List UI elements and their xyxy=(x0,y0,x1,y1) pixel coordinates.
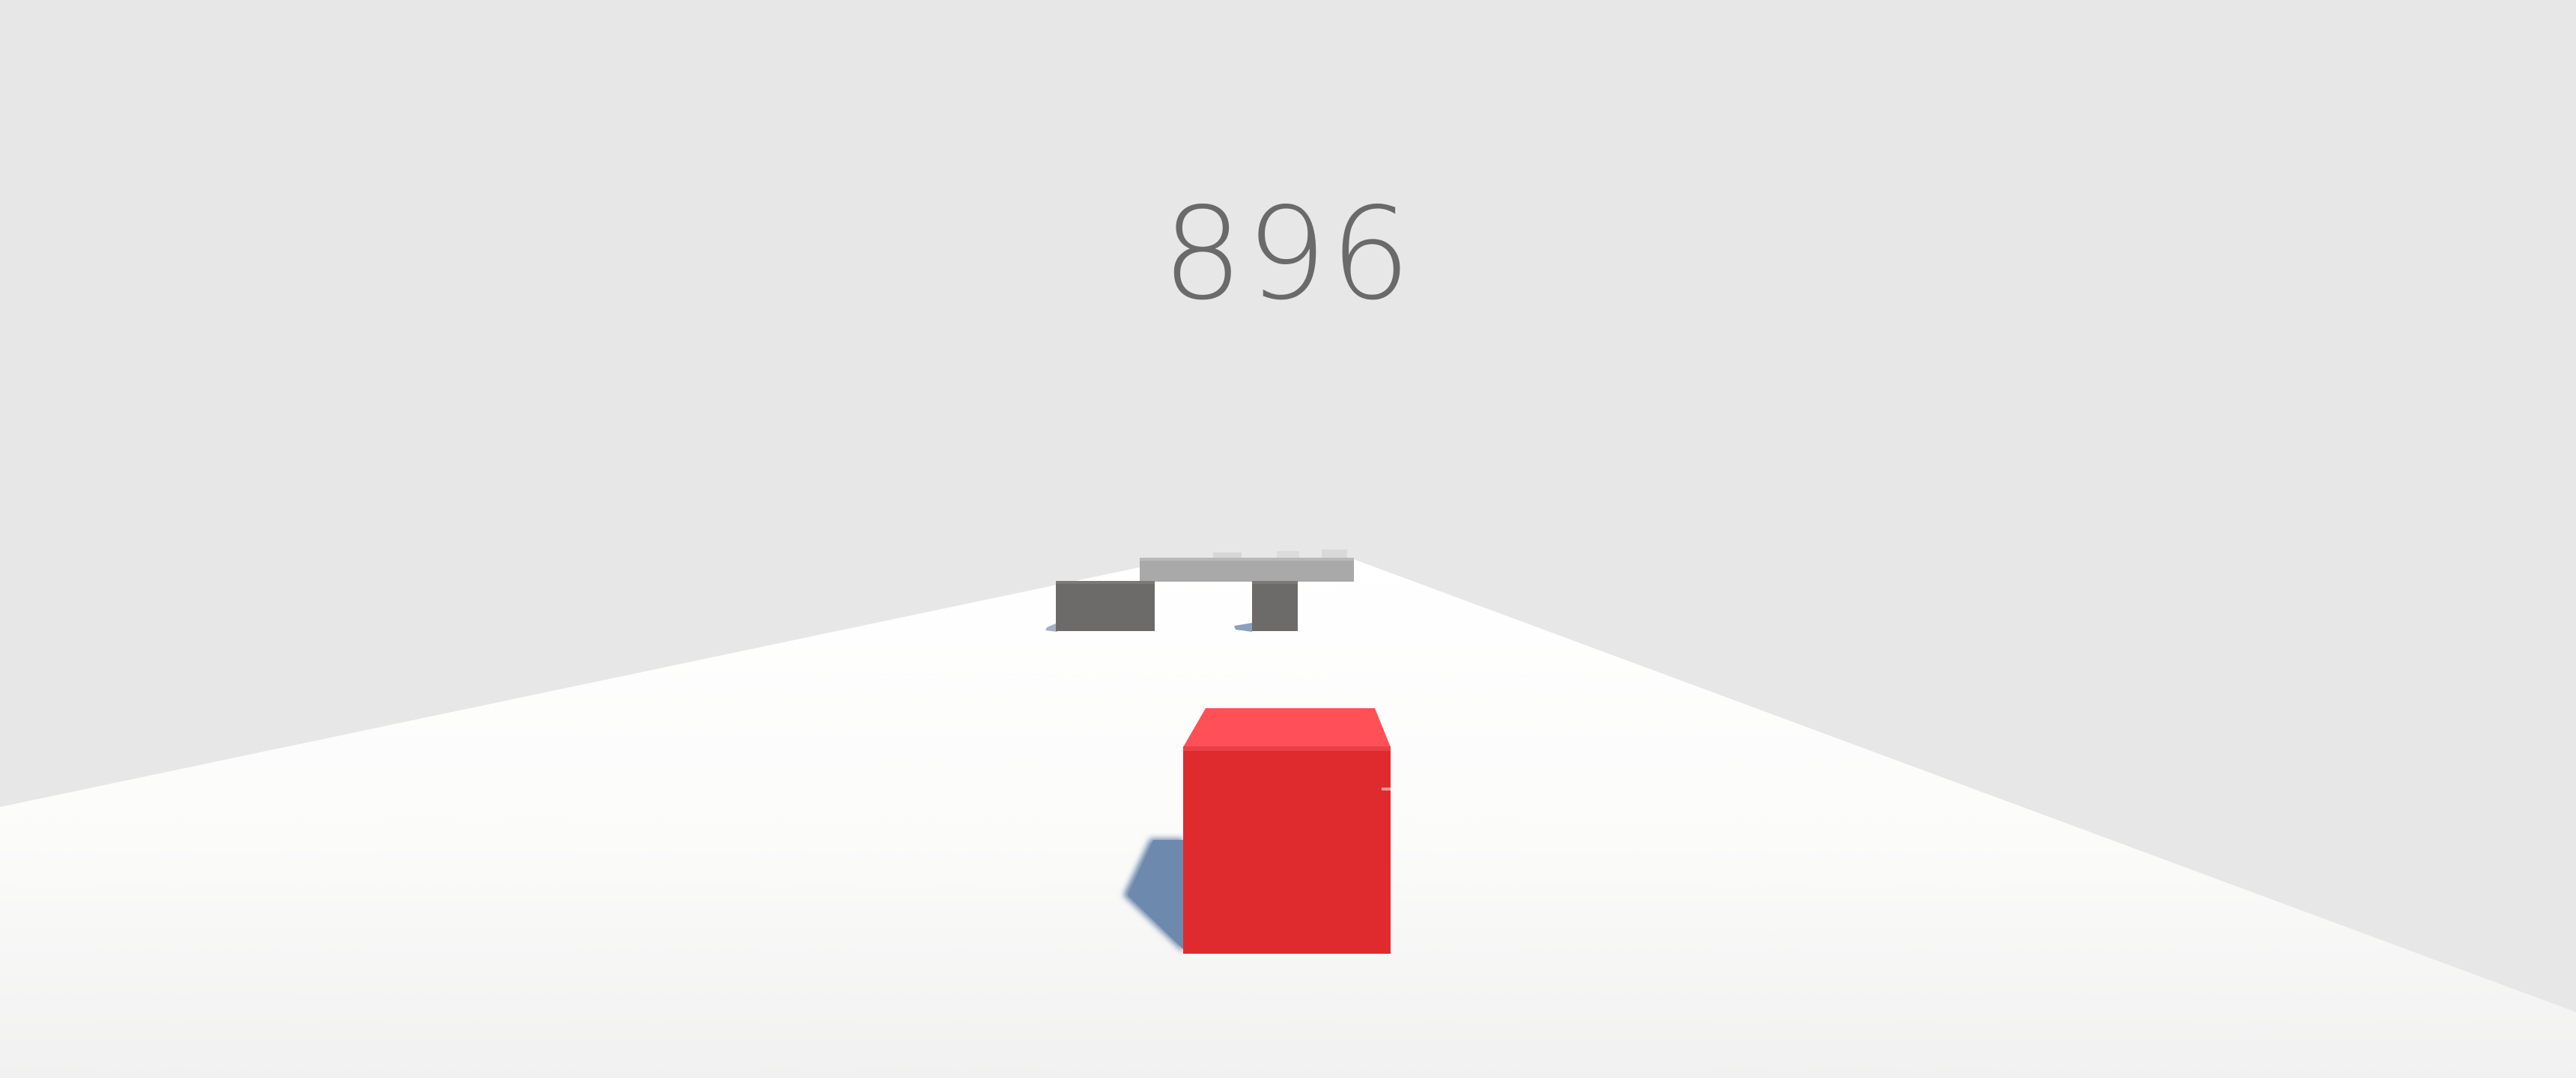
player-cube-front-shade xyxy=(1183,746,1391,751)
player-cube-top xyxy=(1183,708,1391,747)
player-cube-front xyxy=(1183,746,1391,954)
obstacle-block-right xyxy=(1252,582,1298,631)
game-scene xyxy=(0,0,2576,1078)
obstacle-block-left-top xyxy=(1056,581,1155,584)
far-obstacle-bar-top xyxy=(1140,558,1354,561)
obstacle-block-left xyxy=(1056,582,1155,631)
player-cube-notch xyxy=(1382,788,1391,791)
game-viewport[interactable]: 896 xyxy=(0,0,2576,1078)
obstacle-block-right-top xyxy=(1252,581,1298,584)
score-counter: 896 xyxy=(1161,180,1415,329)
far-obstacle-bar xyxy=(1140,559,1354,582)
